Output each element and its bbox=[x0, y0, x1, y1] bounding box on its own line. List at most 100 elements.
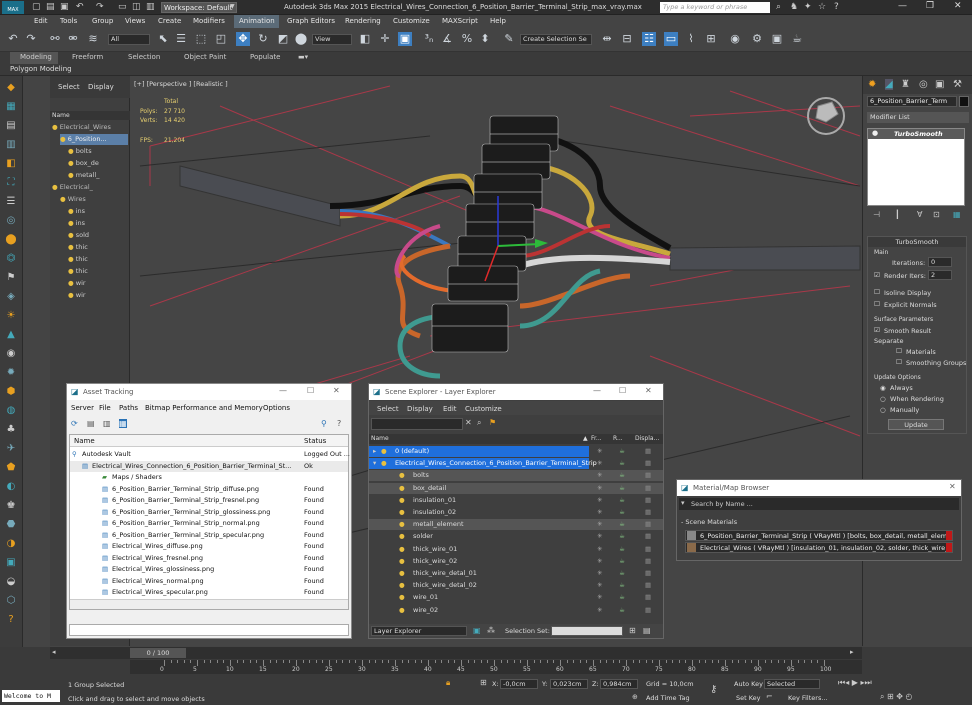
layer-row[interactable]: ● insulation_01 ✳ ☕ ▦ bbox=[369, 495, 663, 506]
asset-row[interactable]: ⚲ Autodesk Vault Logged Out ... bbox=[70, 449, 350, 460]
col-status-header[interactable]: Status bbox=[304, 437, 326, 445]
bulb-icon[interactable]: ● bbox=[68, 147, 76, 155]
render-icon[interactable]: ☕ bbox=[619, 458, 625, 469]
layer-row[interactable]: ▾ ● Electrical_Wires_Connection_6_Position… bbox=[369, 458, 651, 470]
scene-explorer-display-menu[interactable]: Display bbox=[88, 83, 114, 91]
freeze-icon[interactable]: ✳ bbox=[597, 519, 602, 530]
time-tag-icon[interactable]: ⊕ bbox=[632, 693, 638, 701]
minimize-button[interactable]: — bbox=[593, 386, 601, 395]
col-freeze-header[interactable]: Fr... bbox=[591, 434, 602, 444]
utilities-tab-icon[interactable]: ⚒ bbox=[953, 79, 962, 90]
render-icon[interactable]: ☕ bbox=[619, 446, 625, 457]
layer-manager-icon[interactable]: ☷ bbox=[642, 32, 656, 46]
moon-icon[interactable]: ◑ bbox=[4, 538, 18, 550]
qa-hold-icon[interactable]: ▭ bbox=[118, 2, 127, 12]
layer-row[interactable]: ● thick_wire_detal_02 ✳ ☕ ▦ bbox=[369, 580, 663, 591]
layer-row[interactable]: ● box_detail ✳ ☕ ▦ bbox=[369, 482, 663, 494]
plane2-icon[interactable]: ✈ bbox=[4, 443, 18, 455]
asset-row[interactable]: ▤ 6_Position_Barrier_Terminal_Strip_specu… bbox=[70, 530, 348, 541]
material-item[interactable]: Electrical_Wires ( VRayMtl ) [insulation… bbox=[685, 542, 953, 553]
qa-project-icon[interactable]: ▥ bbox=[146, 2, 155, 12]
qa-fetch-icon[interactable]: ◫ bbox=[132, 2, 141, 12]
col-render-header[interactable]: R... bbox=[613, 434, 623, 444]
mirror-icon[interactable]: ⇹ bbox=[600, 32, 614, 46]
scene-tree-item[interactable]: ● Electrical_Wires bbox=[52, 122, 128, 133]
create-tab-icon[interactable]: ✹ bbox=[868, 79, 876, 90]
ribbon-toggle-icon[interactable]: ▭ bbox=[664, 32, 678, 46]
make-unique-icon[interactable]: ∀ bbox=[917, 210, 922, 219]
minimize-button[interactable]: — bbox=[279, 386, 287, 395]
display-icon[interactable]: ▦ bbox=[645, 446, 651, 457]
close-button[interactable]: ✕ bbox=[645, 386, 652, 395]
selection-set-add-icon[interactable]: ⊞ bbox=[629, 626, 636, 635]
turbosmooth-rollout-header[interactable]: TurboSmooth bbox=[868, 237, 966, 247]
list-view-icon[interactable]: ▤ bbox=[87, 419, 95, 428]
rendered-frame-icon[interactable]: ▣ bbox=[770, 32, 784, 46]
explorer-type-dropdown[interactable]: Layer Explorer bbox=[371, 626, 467, 636]
render-icon[interactable]: ☕ bbox=[619, 519, 625, 530]
table-view-icon[interactable]: ▦ bbox=[119, 419, 127, 428]
render-icon[interactable]: ☕ bbox=[619, 568, 625, 579]
freeze-icon[interactable]: ✳ bbox=[597, 580, 602, 591]
freeze-icon[interactable]: ✳ bbox=[597, 507, 602, 518]
list-icon[interactable]: ▤ bbox=[4, 120, 18, 132]
gem-icon[interactable]: ◈ bbox=[4, 291, 18, 303]
scene-tree-item[interactable]: ● 6_Position... bbox=[60, 134, 128, 145]
freeze-icon[interactable]: ✳ bbox=[597, 483, 602, 494]
cone-icon[interactable]: ▲ bbox=[4, 329, 18, 341]
render-icon[interactable]: ☕ bbox=[619, 531, 625, 542]
scene-tree-item[interactable]: ● Wires bbox=[60, 194, 128, 205]
percent-snap-icon[interactable]: % bbox=[460, 32, 474, 46]
time-slider[interactable]: ◂ 0 / 100 ▸ bbox=[50, 647, 862, 659]
freeze-icon[interactable]: ✳ bbox=[597, 605, 602, 616]
select-by-name-icon[interactable]: ☰ bbox=[174, 32, 188, 46]
explorer-icon[interactable]: ☰ bbox=[4, 196, 18, 208]
menu-customize[interactable]: Customize bbox=[465, 405, 502, 413]
favorites-icon[interactable]: ☆ bbox=[818, 2, 826, 12]
hexagon-icon[interactable]: ⬡ bbox=[4, 595, 18, 607]
asset-row[interactable]: ▤ Electrical_Wires_Connection_6_Position_… bbox=[70, 460, 348, 472]
display-icon[interactable]: ▦ bbox=[645, 531, 651, 542]
move-icon[interactable]: ✥ bbox=[236, 32, 250, 46]
key-mode-toggle-icon[interactable]: ⌐ bbox=[766, 692, 773, 701]
add-time-tag[interactable]: Add Time Tag bbox=[646, 694, 690, 702]
menu-help[interactable]: Help bbox=[490, 17, 506, 25]
update-button[interactable]: Update bbox=[888, 419, 944, 430]
curve-editor-icon[interactable]: ⌇ bbox=[684, 32, 698, 46]
asset-row[interactable]: ▤ 6_Position_Barrier_Terminal_Strip_norma… bbox=[70, 518, 348, 529]
keyboard-shortcut-icon[interactable]: ▣ bbox=[398, 32, 412, 46]
select-manipulate-icon[interactable]: ✛ bbox=[378, 32, 392, 46]
ribbon-tab-modeling[interactable]: Modeling bbox=[20, 53, 52, 61]
asset-row[interactable]: ▤ Electrical_Wires_fresnel.png Found bbox=[70, 553, 348, 564]
bulb-icon[interactable]: ● bbox=[399, 519, 405, 530]
key-filters-button[interactable]: Key Filters... bbox=[788, 694, 828, 702]
selection-set-edit-icon[interactable]: ▤ bbox=[643, 626, 651, 635]
layer-row[interactable]: ● solder ✳ ☕ ▦ bbox=[369, 531, 663, 542]
freeze-icon[interactable]: ✳ bbox=[597, 446, 602, 457]
remove-modifier-icon[interactable]: ⊡ bbox=[933, 210, 940, 219]
freeze-icon[interactable]: ✳ bbox=[597, 470, 602, 481]
layer-row[interactable]: ● insulation_02 ✳ ☕ ▦ bbox=[369, 507, 663, 518]
menu-create[interactable]: Create bbox=[158, 17, 181, 25]
refresh-icon[interactable]: ⟳ bbox=[71, 419, 78, 428]
bulb-icon[interactable]: ● bbox=[399, 495, 405, 506]
menu-rendering[interactable]: Rendering bbox=[345, 17, 381, 25]
render-icon[interactable]: ☕ bbox=[619, 592, 625, 603]
autoexpand-icon[interactable]: ⁂ bbox=[487, 626, 495, 635]
vault-icon[interactable]: ⚲ bbox=[321, 419, 327, 428]
horizontal-scrollbar[interactable] bbox=[70, 599, 348, 609]
edit-named-selection-icon[interactable]: ✎ bbox=[502, 32, 516, 46]
show-end-result-icon[interactable]: ┃ bbox=[895, 210, 900, 219]
halfmoon-icon[interactable]: ◐ bbox=[4, 481, 18, 493]
smoothing-groups-checkbox[interactable]: ☐ bbox=[896, 358, 902, 366]
menu-file[interactable]: File bbox=[99, 404, 111, 412]
layer-row[interactable]: ● wire_02 ✳ ☕ ▦ bbox=[369, 605, 663, 616]
ribbon-tab-freeform[interactable]: Freeform bbox=[72, 53, 103, 61]
render-icon[interactable]: ☕ bbox=[619, 470, 625, 481]
scene-tree-item[interactable]: ● sold bbox=[68, 230, 128, 241]
display-icon[interactable]: ▦ bbox=[645, 495, 651, 506]
scene-materials-section[interactable]: - Scene Materials bbox=[681, 518, 737, 526]
bulb-icon[interactable]: ● bbox=[68, 243, 76, 251]
bulb-icon[interactable]: ● bbox=[68, 279, 76, 287]
freeze-icon[interactable]: ✳ bbox=[597, 592, 602, 603]
